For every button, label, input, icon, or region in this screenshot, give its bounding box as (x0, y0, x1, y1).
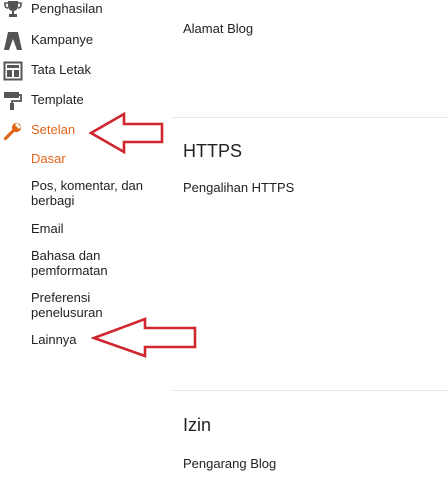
wrench-icon (3, 121, 23, 141)
sidebar-item-template[interactable]: Template (0, 89, 170, 113)
section-divider (172, 117, 448, 118)
sidebar-item-label: Setelan (31, 122, 76, 137)
campaign-icon (3, 31, 23, 51)
sidebar-item-label: Kampanye (31, 32, 94, 47)
sidebar-item-label: Template (31, 92, 84, 107)
settings-content: Alamat Blog HTTPS Pengalihan HTTPS Izin … (172, 0, 448, 500)
paint-roller-icon (3, 91, 23, 111)
settings-sidebar: Penghasilan Kampanye Tata Letak Template… (0, 0, 170, 500)
trophy-icon (3, 0, 23, 20)
layout-icon (3, 61, 23, 81)
blog-address-label: Alamat Blog (183, 21, 254, 36)
sidebar-item-setelan[interactable]: Setelan (0, 119, 170, 143)
https-section-title: HTTPS (183, 141, 243, 161)
sidebar-item-penghasilan[interactable]: Penghasilan (0, 0, 170, 22)
sidebar-item-tata-letak[interactable]: Tata Letak (0, 59, 170, 83)
sidebar-item-label: Tata Letak (31, 62, 91, 77)
submenu-item-lainnya[interactable]: Lainnya (31, 332, 161, 347)
submenu-item-email[interactable]: Email (31, 221, 161, 236)
submenu-item-dasar[interactable]: Dasar (31, 151, 161, 166)
submenu-item-bahasa-pemformatan[interactable]: Bahasa dan pemformatan (31, 248, 161, 278)
sidebar-item-label: Penghasilan (31, 1, 103, 16)
permissions-section-title: Izin (183, 415, 212, 435)
section-divider (172, 390, 448, 391)
sidebar-item-kampanye[interactable]: Kampanye (0, 29, 170, 53)
https-redirect-label: Pengalihan HTTPS (183, 180, 295, 195)
submenu-item-pos-komentar-berbagi[interactable]: Pos, komentar, dan berbagi (31, 178, 161, 208)
submenu-item-preferensi-penelusuran[interactable]: Preferensi penelusuran (31, 290, 161, 320)
blog-authors-label: Pengarang Blog (183, 456, 277, 471)
